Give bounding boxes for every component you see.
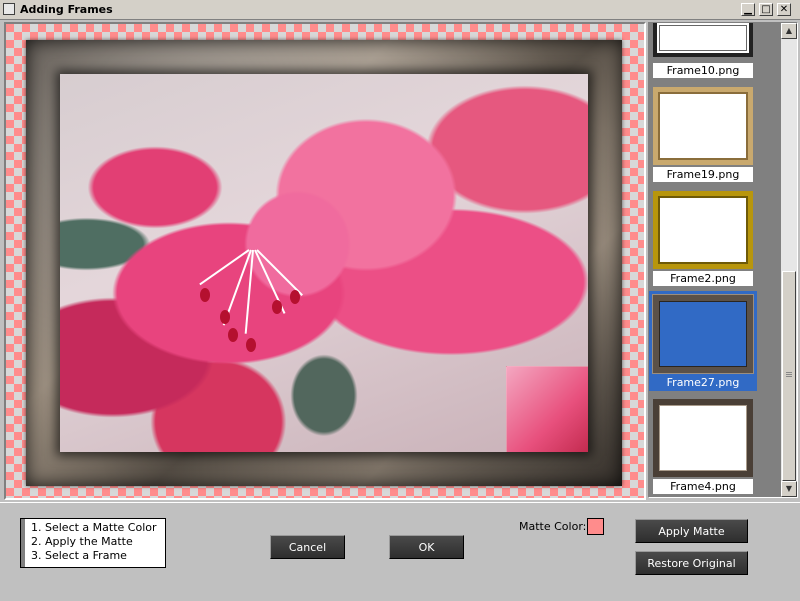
thumbnail-label: Frame19.png (653, 167, 753, 182)
app-icon[interactable] (3, 3, 15, 15)
thumbnail-label: Frame10.png (653, 63, 753, 78)
cancel-button[interactable]: Cancel (270, 535, 345, 559)
matte-color-swatch[interactable] (587, 518, 604, 535)
close-button[interactable]: ✕ (777, 3, 791, 16)
frame-preview-image (653, 87, 753, 165)
scroll-up-icon[interactable]: ▲ (781, 23, 797, 39)
window-title: Adding Frames (20, 3, 113, 16)
frame-preview-image (653, 191, 753, 269)
photo-area (60, 74, 588, 452)
frame-thumbnail-list[interactable]: Frame10.png Frame19.png Frame2.png Frame… (648, 22, 798, 498)
thumbnail-label: Frame27.png (653, 375, 753, 390)
step-3: 3. Select a Frame (31, 549, 127, 562)
minimize-button[interactable]: ▁ (741, 3, 755, 16)
restore-original-button[interactable]: Restore Original (635, 551, 748, 575)
thumbnail-label: Frame4.png (653, 479, 753, 494)
preview-canvas (4, 22, 646, 500)
image-inset (506, 366, 588, 452)
frame-preview-image (653, 399, 753, 477)
thumbnail-scrollbar[interactable]: ▲ ▼ (781, 23, 797, 497)
title-bar: Adding Frames ▁ □ ✕ (0, 0, 800, 20)
maximize-button[interactable]: □ (759, 3, 773, 16)
frame-preview-image (653, 295, 753, 373)
frame-preview-image (653, 23, 753, 57)
scrollbar-thumb[interactable] (782, 271, 796, 481)
ok-button[interactable]: OK (389, 535, 464, 559)
matte-color-label: Matte Color: (519, 520, 587, 533)
step-2: 2. Apply the Matte (31, 535, 133, 548)
frame-preview (26, 40, 622, 486)
scroll-down-icon[interactable]: ▼ (781, 481, 797, 497)
instructions-box: 1. Select a Matte Color 2. Apply the Mat… (20, 518, 166, 568)
thumbnail-label: Frame2.png (653, 271, 753, 286)
flower-photo (60, 74, 588, 452)
step-1: 1. Select a Matte Color (31, 521, 157, 534)
control-panel: 1. Select a Matte Color 2. Apply the Mat… (0, 502, 800, 601)
apply-matte-button[interactable]: Apply Matte (635, 519, 748, 543)
